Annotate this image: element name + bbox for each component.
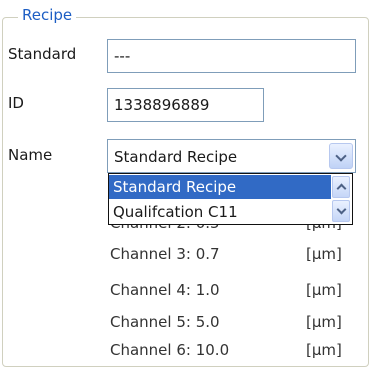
name-select-value: Standard Recipe [114,148,238,166]
id-label: ID [8,94,24,112]
channel-5-label: Channel 5: 5.0 [110,313,220,331]
chevron-down-icon [335,150,347,162]
scroll-up-button[interactable] [332,176,350,198]
name-label: Name [8,146,53,164]
name-select[interactable]: Standard Recipe [107,139,356,173]
id-field[interactable] [107,88,264,122]
recipe-group-title: Recipe [18,6,77,24]
channel-3-label: Channel 3: 0.7 [110,245,220,263]
dropdown-option-qualifcation-c11[interactable]: Qualifcation C11 [109,200,331,224]
scroll-down-icon [336,204,347,215]
channel-3-unit: [µm] [306,245,342,263]
channel-6-unit: [µm] [306,341,342,359]
dropdown-option-standard-recipe[interactable]: Standard Recipe [109,175,331,199]
channel-5-unit: [µm] [306,313,342,331]
standard-label: Standard [8,45,77,63]
name-dropdown-list: Standard Recipe Qualifcation C11 [108,173,353,225]
standard-field[interactable] [107,39,356,73]
scroll-up-icon [336,183,347,194]
dropdown-button[interactable] [329,143,353,169]
scroll-down-button[interactable] [332,200,350,222]
channel-4-unit: [µm] [306,281,342,299]
channel-4-label: Channel 4: 1.0 [110,281,220,299]
channel-6-label: Channel 6: 10.0 [110,341,230,359]
